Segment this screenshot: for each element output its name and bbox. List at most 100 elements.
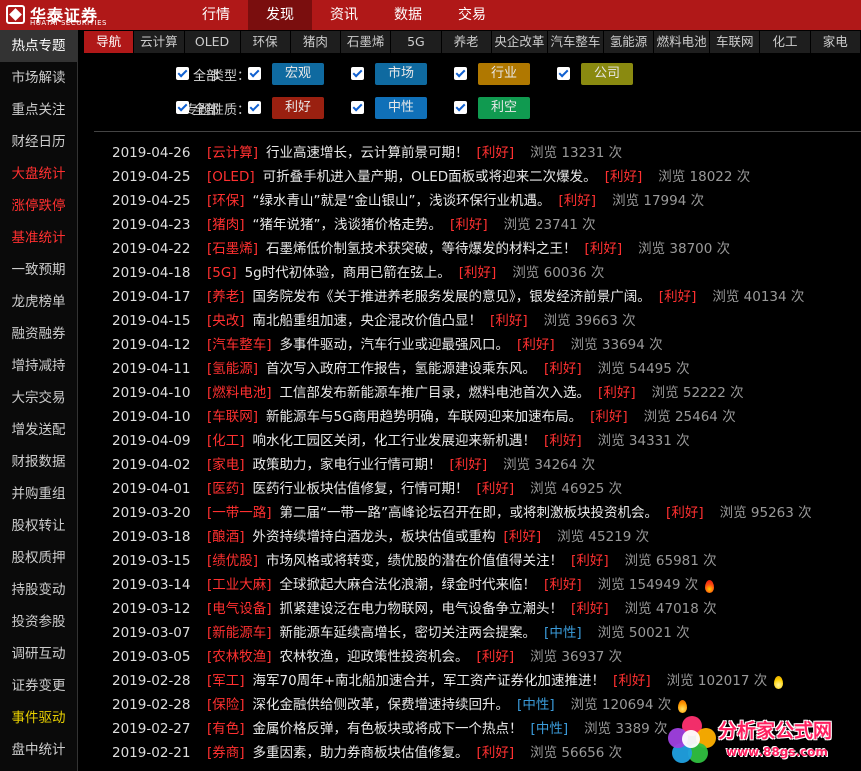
news-title[interactable]: 首次写入政府工作报告，氢能源建设乘东风。 (266, 357, 536, 381)
sidebar-item[interactable]: 增发送配 (0, 414, 77, 446)
category-tab[interactable]: 环保 (240, 31, 291, 53)
news-row[interactable]: 2019-04-01 [医药] 医药行业板块估值修复，行情可期！ [利好] 浏览 469… (84, 477, 861, 501)
news-title[interactable]: 第二届“一带一路”高峰论坛召开在即，或将刺激板块投资机会。 (280, 501, 659, 525)
news-row[interactable]: 2019-04-09 [化工] 响水化工园区关闭，化工行业发展迎来新机遇！ [利好] 浏… (84, 429, 861, 453)
nature-option-chip[interactable]: 利空 (478, 97, 530, 119)
news-tag[interactable]: [工业大麻] (207, 573, 272, 597)
news-row[interactable]: 2019-04-02 [家电] 政策助力，家电行业行情可期！ [利好] 浏览 34264… (84, 453, 861, 477)
category-tab[interactable]: 石墨烯 (341, 31, 392, 53)
sidebar-item[interactable]: 一致预期 (0, 254, 77, 286)
news-tag[interactable]: [家电] (207, 453, 245, 477)
category-tab[interactable]: 央企改革 (491, 31, 548, 53)
nature-all-label[interactable]: 全部 (193, 99, 219, 118)
news-row[interactable]: 2019-04-12 [汽车整车] 多事件驱动，汽车行业或迎最强风口。 [利好] 浏览 … (84, 333, 861, 357)
sidebar-item[interactable]: 涨停跌停 (0, 190, 77, 222)
news-title[interactable]: “绿水青山”就是“金山银山”，浅谈环保行业机遇。 (253, 189, 551, 213)
news-title[interactable]: 石墨烯低价制氢技术获突破，等待爆发的材料之王！ (266, 237, 577, 261)
sidebar-item[interactable]: 财经日历 (0, 126, 77, 158)
news-tag[interactable]: [券商] (207, 741, 245, 765)
sidebar-item[interactable]: 热点专题 (0, 30, 77, 62)
category-tab[interactable]: 养老 (441, 31, 492, 53)
news-tag[interactable]: [绩优股] (207, 549, 258, 573)
news-title[interactable]: 国务院发布《关于推进养老服务发展的意见》，银发经济前景广阔。 (253, 285, 651, 309)
news-title[interactable]: 医药行业板块估值修复，行情可期！ (253, 477, 469, 501)
news-tag[interactable]: [云计算] (207, 141, 258, 165)
brand-logo[interactable]: 华泰证券 HUATAI SECURITIES (6, 2, 122, 28)
sidebar-item[interactable]: 龙虎榜单 (0, 286, 77, 318)
news-title[interactable]: 新能源车与5G商用趋势明确，车联网迎来加速布局。 (266, 405, 582, 429)
news-row[interactable]: 2019-02-28 [军工] 海军70周年+南北船加速合并，军工资产证券化加速推进… (84, 669, 861, 693)
sidebar-item[interactable]: 增持减持 (0, 350, 77, 382)
news-tag[interactable]: [化工] (207, 429, 245, 453)
news-title[interactable]: 政策助力，家电行业行情可期！ (253, 453, 442, 477)
type-option-checkbox[interactable] (351, 67, 364, 80)
news-row[interactable]: 2019-04-18 [5G] 5g时代初体验，商用已箭在弦上。 [利好] 浏览 600… (84, 261, 861, 285)
news-row[interactable]: 2019-04-15 [央改] 南北船重组加速，央企混改价值凸显！ [利好] 浏览 39… (84, 309, 861, 333)
news-tag[interactable]: [央改] (207, 309, 245, 333)
sidebar-item[interactable]: 基准统计 (0, 222, 77, 254)
sidebar-item[interactable]: 大盘统计 (0, 158, 77, 190)
type-option-checkbox[interactable] (248, 67, 261, 80)
sidebar-item[interactable]: 事件驱动 (0, 702, 77, 734)
news-tag[interactable]: [农林牧渔] (207, 645, 272, 669)
type-all-label[interactable]: 全部 (193, 65, 219, 84)
news-row[interactable]: 2019-04-10 [车联网] 新能源车与5G商用趋势明确，车联网迎来加速布局。 [… (84, 405, 861, 429)
nature-option-chip[interactable]: 利好 (272, 97, 324, 119)
category-tab[interactable]: 5G (391, 31, 442, 53)
sidebar-item[interactable]: 重点关注 (0, 94, 77, 126)
category-tab[interactable]: 导航 (84, 31, 135, 53)
sidebar-item[interactable]: 大宗交易 (0, 382, 77, 414)
news-title[interactable]: 多事件驱动，汽车行业或迎最强风口。 (280, 333, 510, 357)
nature-all-checkbox[interactable] (176, 101, 189, 114)
news-row[interactable]: 2019-04-23 [猪肉] “猪年说猪”，浅谈猪价格走势。 [利好] 浏览 2374… (84, 213, 861, 237)
news-title[interactable]: 响水化工园区关闭，化工行业发展迎来新机遇！ (253, 429, 537, 453)
news-row[interactable]: 2019-03-20 [一带一路] 第二届“一带一路”高峰论坛召开在即，或将刺激板块… (84, 501, 861, 525)
news-row[interactable]: 2019-04-25 [环保] “绿水青山”就是“金山银山”，浅谈环保行业机遇。 [利… (84, 189, 861, 213)
news-tag[interactable]: [环保] (207, 189, 245, 213)
sidebar-item[interactable]: 持股变动 (0, 574, 77, 606)
news-row[interactable]: 2019-03-05 [农林牧渔] 农林牧渔，迎政策性投资机会。 [利好] 浏览 369… (84, 645, 861, 669)
category-tab[interactable]: 氢能源 (603, 31, 655, 53)
news-tag[interactable]: [OLED] (207, 165, 255, 189)
news-row[interactable]: 2019-04-22 [石墨烯] 石墨烯低价制氢技术获突破，等待爆发的材料之王！ [利… (84, 237, 861, 261)
news-row[interactable]: 2019-04-26 [云计算] 行业高速增长，云计算前景可期！ [利好] 浏览 132… (84, 141, 861, 165)
news-row[interactable]: 2019-04-10 [燃料电池] 工信部发布新能源车推广目录，燃料电池首次入选。 [… (84, 381, 861, 405)
news-tag[interactable]: [军工] (207, 669, 245, 693)
news-title[interactable]: 行业高速增长，云计算前景可期！ (266, 141, 469, 165)
type-option-chip[interactable]: 宏观 (272, 63, 324, 85)
news-row[interactable]: 2019-04-11 [氢能源] 首次写入政府工作报告，氢能源建设乘东风。 [利好] 浏… (84, 357, 861, 381)
sidebar-item[interactable]: 盘中统计 (0, 734, 77, 766)
main-nav-item[interactable]: 资讯 (312, 0, 376, 30)
news-tag[interactable]: [车联网] (207, 405, 258, 429)
nature-option-checkbox[interactable] (454, 101, 467, 114)
news-title[interactable]: “猪年说猪”，浅谈猪价格走势。 (253, 213, 443, 237)
news-title[interactable]: 海军70周年+南北船加速合并，军工资产证券化加速推进！ (253, 669, 606, 693)
news-title[interactable]: 新能源车延续高增长，密切关注两会提案。 (280, 621, 537, 645)
main-nav-item[interactable]: 交易 (440, 0, 504, 30)
news-title[interactable]: 市场风格或将转变，绩优股的潜在价值值得关注！ (266, 549, 563, 573)
news-title[interactable]: 全球掀起大麻合法化浪潮，绿金时代来临！ (280, 573, 537, 597)
news-title[interactable]: 多重因素，助力券商板块估值修复。 (253, 741, 469, 765)
news-tag[interactable]: [有色] (207, 717, 245, 741)
news-title[interactable]: 农林牧渔，迎政策性投资机会。 (280, 645, 469, 669)
nature-option-checkbox[interactable] (351, 101, 364, 114)
type-option-chip[interactable]: 公司 (581, 63, 633, 85)
news-title[interactable]: 深化金融供给侧改革，保费增速持续回升。 (253, 693, 510, 717)
news-tag[interactable]: [医药] (207, 477, 245, 501)
sidebar-item[interactable]: 市场解读 (0, 62, 77, 94)
news-tag[interactable]: [电气设备] (207, 597, 272, 621)
news-tag[interactable]: [石墨烯] (207, 237, 258, 261)
news-row[interactable]: 2019-03-15 [绩优股] 市场风格或将转变，绩优股的潜在价值值得关注！ [利好… (84, 549, 861, 573)
sidebar-item[interactable]: 证券变更 (0, 670, 77, 702)
news-row[interactable]: 2019-04-25 [OLED] 可折叠手机进入量产期，OLED面板或将迎来二次爆… (84, 165, 861, 189)
news-tag[interactable]: [燃料电池] (207, 381, 272, 405)
category-tab[interactable]: 化工 (760, 31, 811, 53)
sidebar-item[interactable]: 股权质押 (0, 542, 77, 574)
news-tag[interactable]: [5G] (207, 261, 237, 285)
news-row[interactable]: 2019-03-14 [工业大麻] 全球掀起大麻合法化浪潮，绿金时代来临！ [利好] 浏… (84, 573, 861, 597)
news-title[interactable]: 可折叠手机进入量产期，OLED面板或将迎来二次爆发。 (263, 165, 597, 189)
news-tag[interactable]: [一带一路] (207, 501, 272, 525)
news-tag[interactable]: [酿酒] (207, 525, 245, 549)
category-tab[interactable]: 车联网 (710, 31, 761, 53)
sidebar-item[interactable]: 调研互动 (0, 638, 77, 670)
